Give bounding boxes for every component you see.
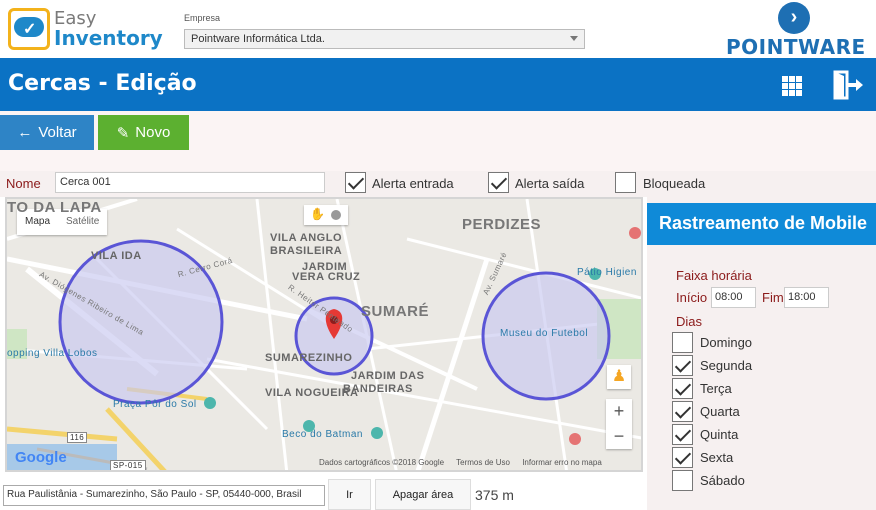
chevron-down-icon xyxy=(570,36,578,41)
map-report-link[interactable]: Informar erro no mapa xyxy=(522,458,602,467)
google-logo: Google xyxy=(15,449,67,466)
domingo-checkbox[interactable] xyxy=(672,332,693,353)
inicio-input[interactable]: 08:00 xyxy=(711,287,756,308)
map-attribution: Dados cartográficos ©2018 Google xyxy=(319,458,445,467)
new-button-label: Novo xyxy=(135,124,171,141)
domingo-label: Domingo xyxy=(700,335,753,350)
map-canvas[interactable]: Mapa Satélite ✋ TO DA LAPA VILA ANGLO BR… xyxy=(5,197,643,472)
map-label-vila-anglo: VILA ANGLO xyxy=(270,232,343,244)
map-label-beco: Beco do Batman xyxy=(282,429,363,440)
grid-icon[interactable] xyxy=(782,76,802,96)
map-label-museu: Museu do Futebol xyxy=(500,328,589,339)
map-label-perdizes: PERDIZES xyxy=(462,216,542,233)
circle-draw-icon[interactable] xyxy=(331,210,341,220)
street-view-pegman-icon[interactable]: ♟ xyxy=(607,365,631,389)
map-label-jardim-das: JARDIM DAS xyxy=(351,370,425,382)
empresa-label: Empresa xyxy=(184,13,221,23)
map-label-praca: Praça Pôr do Sol xyxy=(113,399,197,410)
alerta-saida-checkbox[interactable] xyxy=(488,172,509,193)
faixa-horaria-label: Faixa horária xyxy=(676,268,752,283)
tracking-panel-header: Rastreamento de Mobile xyxy=(647,203,876,245)
alerta-entrada-label: Alerta entrada xyxy=(372,176,454,191)
segunda-label: Segunda xyxy=(700,358,753,373)
top-bar: ✓ Easy Inventory Empresa Pointware Infor… xyxy=(0,0,876,59)
back-button[interactable]: ← Voltar xyxy=(0,115,94,150)
map-label-vera-cruz: VERA CRUZ xyxy=(292,271,361,283)
pointware-logo: › POINTWARE xyxy=(726,2,866,59)
empresa-select[interactable]: Pointware Informática Ltda. xyxy=(184,29,585,49)
quarta-label: Quarta xyxy=(700,404,740,419)
sexta-label: Sexta xyxy=(700,450,734,465)
map-route-116: 116 xyxy=(67,432,88,443)
alerta-entrada-checkbox[interactable] xyxy=(345,172,366,193)
exit-icon[interactable] xyxy=(832,70,864,100)
map-footer: Dados cartográficos ©2018 Google Termos … xyxy=(319,458,612,467)
map-label-lapa: TO DA LAPA xyxy=(7,199,102,216)
quinta-checkbox[interactable] xyxy=(672,424,693,445)
quinta-label: Quinta xyxy=(700,427,739,442)
pencil-icon: ✎ xyxy=(116,124,130,142)
nome-input[interactable]: Cerca 001 xyxy=(55,172,325,193)
bloqueada-label: Bloqueada xyxy=(643,176,706,191)
bloqueada-checkbox[interactable] xyxy=(615,172,636,193)
logo-box-icon: ✓ xyxy=(8,8,50,50)
map-route-sp015: SP-015 xyxy=(110,460,146,470)
map-label-sumare: SUMARÉ xyxy=(361,303,430,320)
title-bar: Cercas - Edição xyxy=(0,58,876,111)
new-button[interactable]: ✎ Novo xyxy=(98,115,189,150)
action-toolbar: ← Voltar ✎ Novo xyxy=(0,111,876,171)
map-label-shopping: opping Villa Lobos xyxy=(7,348,98,359)
map-label-bandeiras: BANDEIRAS xyxy=(343,383,413,395)
go-button[interactable]: Ir xyxy=(328,479,371,510)
map-label-brasileira: BRASILEIRA xyxy=(270,245,343,257)
nome-label: Nome xyxy=(6,176,41,191)
tracking-panel: Rastreamento de Mobile Faixa horária Iní… xyxy=(647,197,876,510)
terca-label: Terça xyxy=(700,381,732,396)
fim-input[interactable]: 18:00 xyxy=(784,287,829,308)
inicio-label: Início xyxy=(676,290,708,305)
zoom-out-button[interactable]: − xyxy=(606,424,632,449)
map-label-sumarezinho: SUMAREZINHO xyxy=(265,352,353,364)
pointware-chevron-icon: › xyxy=(778,2,810,34)
segunda-checkbox[interactable] xyxy=(672,355,693,376)
quarta-checkbox[interactable] xyxy=(672,401,693,422)
pointware-logo-text: POINTWARE xyxy=(726,35,866,59)
drawing-tools: ✋ xyxy=(304,205,348,225)
address-input[interactable]: Rua Paulistânia - Sumarezinho, São Paulo… xyxy=(3,485,325,506)
arrow-left-icon: ← xyxy=(17,124,33,141)
zoom-in-button[interactable]: + xyxy=(606,399,632,424)
back-button-label: Voltar xyxy=(38,124,77,141)
zoom-control: + − xyxy=(606,399,632,449)
map-label-patio: Pátio Higien xyxy=(577,267,637,278)
logo-text-inventory: Inventory xyxy=(54,26,163,50)
terca-checkbox[interactable] xyxy=(672,378,693,399)
sabado-checkbox[interactable] xyxy=(672,470,693,491)
map-terms-link[interactable]: Termos de Uso xyxy=(456,458,510,467)
sexta-checkbox[interactable] xyxy=(672,447,693,468)
alerta-saida-label: Alerta saída xyxy=(515,176,585,191)
sabado-label: Sábado xyxy=(700,473,745,488)
easy-inventory-logo[interactable]: ✓ Easy Inventory xyxy=(8,6,163,52)
dias-label: Dias xyxy=(676,314,703,329)
empresa-selected-value: Pointware Informática Ltda. xyxy=(191,33,325,45)
fence-form-row: Nome Cerca 001 Alerta entrada Alerta saí… xyxy=(0,171,876,197)
hand-icon[interactable]: ✋ xyxy=(310,207,325,221)
radius-distance: 375 m xyxy=(475,487,514,503)
fim-label: Fim xyxy=(762,290,784,305)
clear-area-button[interactable]: Apagar área xyxy=(375,479,471,510)
page-title: Cercas - Edição xyxy=(8,71,197,96)
map-label-vila-ida: VILA IDA xyxy=(91,250,142,262)
